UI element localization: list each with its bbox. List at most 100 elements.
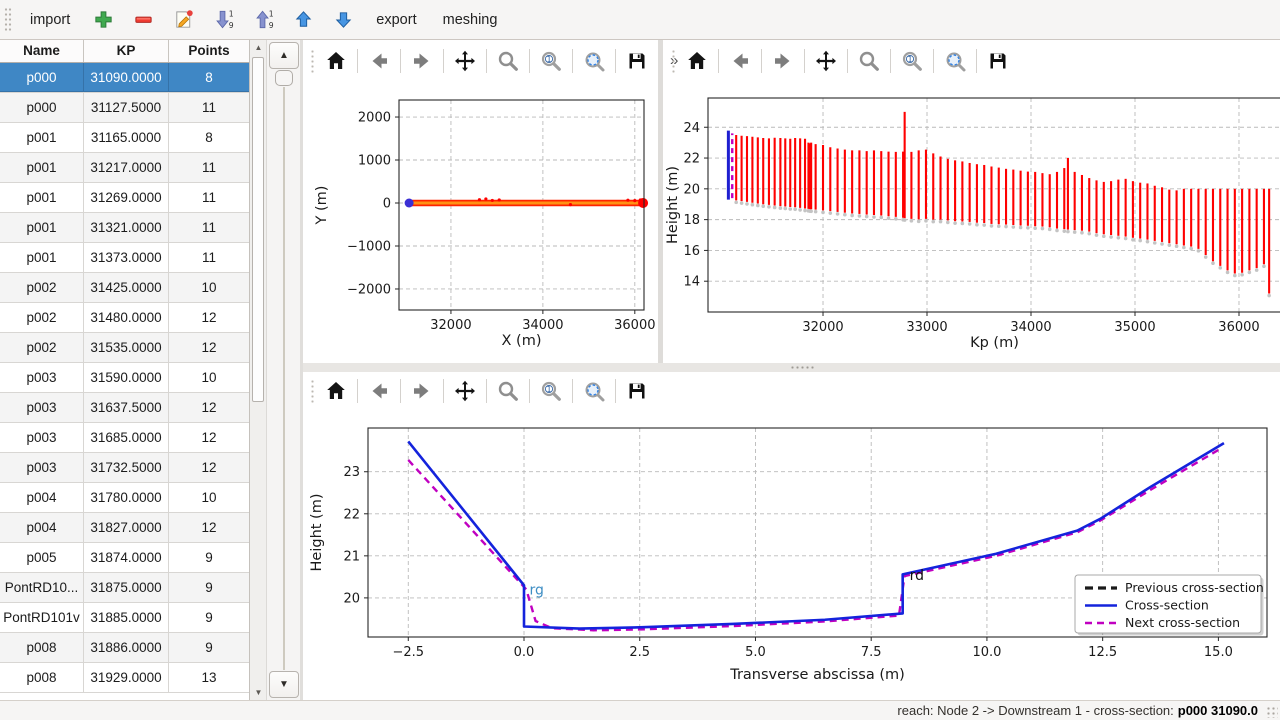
- move-down-button[interactable]: [326, 4, 360, 36]
- table-row[interactable]: p00031090.00008: [0, 63, 249, 93]
- bar-bottom-marker: [751, 203, 755, 207]
- table-row[interactable]: p00131217.000011: [0, 153, 249, 183]
- longitudinal-profile-figure[interactable]: 3200033000340003500036000141618202224Kp …: [663, 85, 1280, 363]
- table-row[interactable]: p00331637.500012: [0, 393, 249, 423]
- forward-button[interactable]: [406, 45, 438, 77]
- table-cell: p008: [0, 633, 84, 662]
- toolbar-drag-handle[interactable]: [4, 7, 12, 33]
- table-row[interactable]: p00431827.000012: [0, 513, 249, 543]
- sort-descending-button[interactable]: 19: [206, 4, 240, 36]
- resize-grip[interactable]: [1266, 706, 1278, 718]
- remove-cross-section-button[interactable]: [126, 4, 160, 36]
- zoom-button[interactable]: [492, 375, 524, 407]
- zoom-rect-button[interactable]: [578, 375, 610, 407]
- table-row[interactable]: p00131269.000011: [0, 183, 249, 213]
- table-row[interactable]: PontRD10...31875.00009: [0, 573, 249, 603]
- table-cell: PontRD10...: [0, 573, 84, 602]
- zoom-button[interactable]: [492, 45, 524, 77]
- table-row[interactable]: p00131165.00008: [0, 123, 249, 153]
- plan-view-figure[interactable]: 320003400036000200010000−1000−2000X (m)Y…: [306, 85, 658, 363]
- bar-bottom-marker: [1080, 231, 1084, 235]
- x-axis-label: X (m): [502, 333, 542, 349]
- save-button[interactable]: [982, 45, 1014, 77]
- scroll-down-icon[interactable]: ▼: [250, 685, 267, 700]
- home-button[interactable]: [681, 45, 713, 77]
- table-row[interactable]: p00231425.000010: [0, 273, 249, 303]
- back-button[interactable]: [724, 45, 756, 77]
- forward-button[interactable]: [406, 375, 438, 407]
- bar-bottom-marker: [756, 204, 760, 208]
- table-row[interactable]: p00231535.000012: [0, 333, 249, 363]
- export-button[interactable]: export: [366, 6, 426, 34]
- sort-ascending-button[interactable]: 19: [246, 4, 280, 36]
- pan-icon: [453, 379, 477, 403]
- zoom-one-icon: 1: [539, 379, 563, 403]
- y-tick-label: −1000: [347, 239, 391, 254]
- back-icon: [367, 49, 391, 73]
- bar-bottom-marker: [982, 223, 986, 227]
- table-row[interactable]: p00331732.500012: [0, 453, 249, 483]
- import-button[interactable]: import: [20, 6, 80, 34]
- zoom-rect-button[interactable]: [578, 45, 610, 77]
- column-header-name[interactable]: Name: [0, 40, 84, 62]
- next-section-button[interactable]: ▼: [269, 671, 299, 698]
- scroll-up-icon[interactable]: ▲: [250, 40, 267, 55]
- save-button[interactable]: [621, 45, 653, 77]
- meshing-button[interactable]: meshing: [433, 6, 508, 34]
- bar-bottom-marker: [975, 223, 979, 227]
- bar-bottom-marker: [740, 201, 744, 205]
- table-row[interactable]: p00031127.500011: [0, 93, 249, 123]
- table-cell: 8: [169, 63, 250, 92]
- back-button[interactable]: [363, 375, 395, 407]
- table-cell: 11: [169, 213, 250, 242]
- splitter-handle[interactable]: [790, 366, 816, 369]
- zoom-one-button[interactable]: 1: [535, 375, 567, 407]
- table-row[interactable]: p00831929.000013: [0, 663, 249, 693]
- table-row[interactable]: p00531874.00009: [0, 543, 249, 573]
- column-header-points[interactable]: Points: [169, 40, 250, 62]
- table-cell: p008: [0, 663, 84, 692]
- bar-bottom-marker: [1041, 227, 1045, 231]
- horizontal-splitter[interactable]: [303, 363, 1280, 372]
- table-scrollbar[interactable]: ▲ ▼: [250, 40, 267, 700]
- edit-cross-section-button[interactable]: [166, 4, 200, 36]
- table-row[interactable]: p00331685.000012: [0, 423, 249, 453]
- table-cell: 31090.0000: [84, 63, 169, 92]
- cross-section-figure[interactable]: rgrd−2.50.02.55.07.510.012.515.020212223…: [303, 415, 1280, 700]
- table-row[interactable]: PontRD101v31885.00009: [0, 603, 249, 633]
- zoom-button[interactable]: [853, 45, 885, 77]
- table-row[interactable]: p00831886.00009: [0, 633, 249, 663]
- y-axis-label: Height (m): [309, 494, 325, 572]
- previous-section-button[interactable]: ▲: [269, 42, 299, 69]
- toolbar-drag-handle[interactable]: [310, 379, 315, 403]
- section-slider-track[interactable]: [283, 87, 285, 670]
- sort-descending-icon: 19: [212, 8, 235, 31]
- toolbar-separator: [804, 49, 805, 73]
- save-button[interactable]: [621, 375, 653, 407]
- zoom-rect-button[interactable]: [939, 45, 971, 77]
- pan-button[interactable]: [810, 45, 842, 77]
- toolbar-drag-handle[interactable]: [310, 49, 315, 73]
- back-button[interactable]: [363, 45, 395, 77]
- forward-button[interactable]: [767, 45, 799, 77]
- zoom-one-button[interactable]: 1: [896, 45, 928, 77]
- pan-button[interactable]: [449, 45, 481, 77]
- zoom-one-button[interactable]: 1: [535, 45, 567, 77]
- home-button[interactable]: [320, 375, 352, 407]
- status-bar: reach: Node 2 -> Downstream 1 - cross-se…: [0, 700, 1280, 720]
- bar-bottom-marker: [1095, 233, 1099, 237]
- scrollbar-thumb[interactable]: [252, 57, 264, 402]
- table-row[interactable]: p00331590.000010: [0, 363, 249, 393]
- x-tick-label: −2.5: [392, 645, 424, 660]
- table-row[interactable]: p00431780.000010: [0, 483, 249, 513]
- table-row[interactable]: p00131321.000011: [0, 213, 249, 243]
- column-header-kp[interactable]: KP: [84, 40, 169, 62]
- table-row[interactable]: p00131373.000011: [0, 243, 249, 273]
- home-button[interactable]: [320, 45, 352, 77]
- pan-button[interactable]: [449, 375, 481, 407]
- move-up-button[interactable]: [286, 4, 320, 36]
- toolbar-drag-handle[interactable]: [671, 49, 676, 73]
- section-slider-handle[interactable]: [275, 70, 293, 86]
- table-row[interactable]: p00231480.000012: [0, 303, 249, 333]
- add-cross-section-button[interactable]: [86, 4, 120, 36]
